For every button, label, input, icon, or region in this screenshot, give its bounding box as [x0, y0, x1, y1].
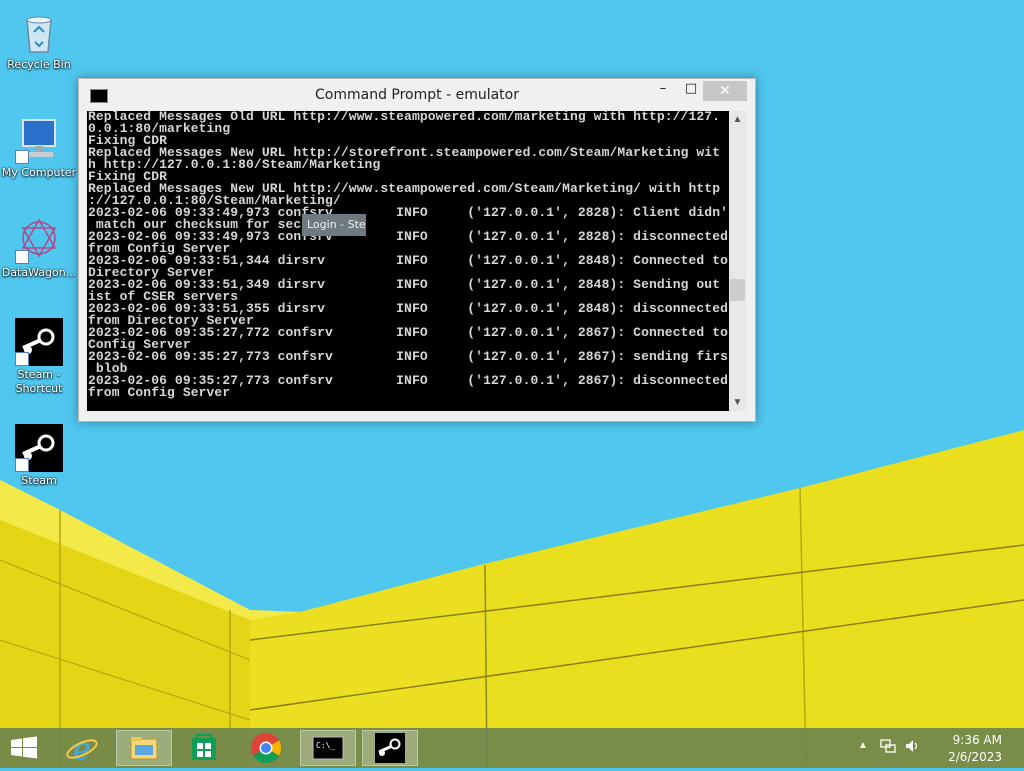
taskbar-steam[interactable] — [362, 730, 418, 766]
computer-icon — [15, 116, 63, 164]
desktop-icon-my-computer[interactable]: My Computer — [0, 116, 78, 180]
steam-label: Steam — [21, 474, 57, 487]
clock-date[interactable]: 2/6/2023 — [922, 750, 1002, 764]
taskbar: e C:\_ ▲ 9:36 AM 2/6/2023 — [0, 728, 1024, 768]
desktop-icon-steam-shortcut[interactable]: Steam - Shortcut — [0, 318, 78, 396]
svg-text:e: e — [73, 732, 91, 766]
scrollbar-thumb[interactable] — [730, 279, 745, 301]
desktop-icon-steam[interactable]: Steam — [0, 424, 78, 488]
recycle-bin-icon — [15, 8, 63, 56]
maximize-button[interactable]: □ — [679, 81, 703, 101]
my-computer-label: My Computer — [1, 166, 77, 179]
datawagon-label: DataWagon... — [1, 266, 77, 279]
window-titlebar[interactable]: Command Prompt - emulator – □ ✕ — [79, 79, 755, 111]
vertical-scrollbar[interactable]: ▲ ▼ — [729, 111, 746, 411]
steam-icon — [15, 424, 63, 472]
clock-time[interactable]: 9:36 AM — [922, 733, 1002, 747]
shortcut-arrow-icon — [15, 250, 29, 264]
volume-icon[interactable] — [904, 738, 920, 754]
svg-text:C:\_: C:\_ — [316, 741, 335, 750]
console-output[interactable]: Replaced Messages Old URL http://www.ste… — [87, 111, 729, 411]
taskbar-chrome[interactable] — [238, 730, 294, 766]
show-hidden-icons-icon[interactable]: ▲ — [858, 740, 868, 751]
taskbar-store[interactable] — [176, 730, 232, 766]
desktop-icon-datawagon[interactable]: DataWagon... — [0, 216, 78, 280]
recycle-bin-label: Recycle Bin — [7, 58, 71, 71]
taskbar-command-prompt[interactable]: C:\_ — [300, 730, 356, 766]
console-text: Replaced Messages Old URL http://www.ste… — [88, 111, 729, 400]
steam-icon — [375, 733, 405, 763]
internet-explorer-icon: e — [66, 732, 98, 767]
minimize-button[interactable]: – — [651, 81, 675, 101]
close-button[interactable]: ✕ — [703, 81, 747, 101]
file-explorer-icon — [130, 737, 158, 760]
taskbar-internet-explorer[interactable]: e — [54, 730, 110, 767]
command-prompt-window[interactable]: Command Prompt - emulator – □ ✕ Replaced… — [78, 78, 756, 422]
system-tray: ▲ 9:36 AM 2/6/2023 — [854, 728, 1024, 768]
steam-icon — [15, 318, 63, 366]
shortcut-arrow-icon — [15, 352, 29, 366]
taskbar-tooltip: Login - Steam — [302, 214, 366, 236]
steam-shortcut-label: Steam - Shortcut — [15, 368, 63, 395]
datawagon-icon — [15, 216, 63, 264]
chrome-icon — [250, 733, 282, 764]
shortcut-arrow-icon — [15, 458, 29, 472]
scroll-up-icon[interactable]: ▲ — [729, 111, 746, 128]
store-icon — [192, 734, 216, 760]
network-icon[interactable] — [880, 738, 896, 754]
shortcut-arrow-icon — [15, 150, 29, 164]
start-icon — [11, 736, 37, 759]
desktop-icon-recycle-bin[interactable]: Recycle Bin — [0, 8, 78, 72]
command-prompt-icon: C:\_ — [312, 736, 344, 760]
start-button[interactable] — [0, 730, 56, 766]
taskbar-file-explorer[interactable] — [116, 730, 172, 766]
scroll-down-icon[interactable]: ▼ — [729, 394, 746, 411]
